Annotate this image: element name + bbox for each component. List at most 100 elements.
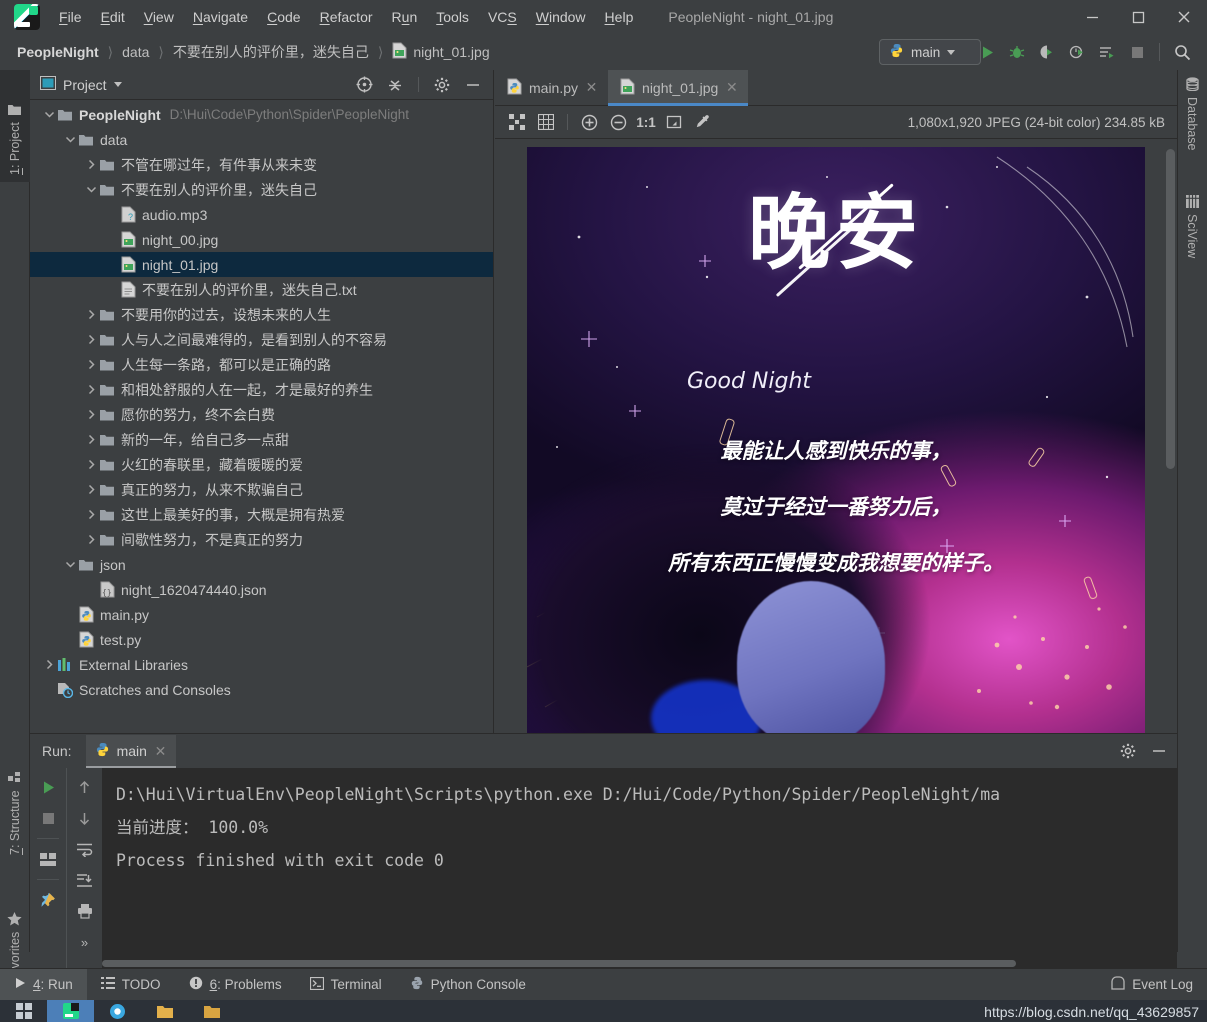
tree-row[interactable]: data xyxy=(30,127,493,152)
tree-row[interactable]: night_00.jpg xyxy=(30,227,493,252)
tree-row[interactable]: night_01.jpg xyxy=(30,252,493,277)
chevron-down-icon[interactable] xyxy=(113,82,122,87)
run-tab-main[interactable]: main ✕ xyxy=(85,734,177,768)
tree-row[interactable]: 不要在别人的评价里，迷失自己 xyxy=(30,177,493,202)
hide-panel-button[interactable] xyxy=(461,73,485,97)
layout-button[interactable] xyxy=(34,845,62,873)
chevron-right-icon[interactable] xyxy=(84,383,98,397)
minimize-button[interactable] xyxy=(1069,0,1115,34)
breadcrumb-item-folder[interactable]: 不要在别人的评价里，迷失自己 xyxy=(170,41,372,63)
collapse-all-button[interactable] xyxy=(383,73,407,97)
console-horizontal-scrollbar[interactable] xyxy=(102,958,1177,968)
console-vertical-scrollbar[interactable] xyxy=(1167,768,1177,968)
chevron-right-icon[interactable] xyxy=(84,308,98,322)
menu-vcs[interactable]: VCS xyxy=(479,5,526,29)
tree-row[interactable]: External Libraries xyxy=(30,652,493,677)
more-options-button[interactable]: » xyxy=(71,928,99,956)
menu-edit[interactable]: Edit xyxy=(92,5,134,29)
sidebar-item-structure[interactable]: 7: Structure xyxy=(0,742,30,862)
breadcrumb-item-data[interactable]: data xyxy=(119,43,152,61)
breadcrumb-item-project[interactable]: PeopleNight xyxy=(14,43,102,61)
breadcrumb-item-file[interactable]: night_01.jpg xyxy=(389,41,492,63)
chevron-right-icon[interactable] xyxy=(84,158,98,172)
profile-button[interactable] xyxy=(1064,39,1090,65)
soft-wrap-button[interactable] xyxy=(71,835,99,863)
close-button[interactable] xyxy=(1161,0,1207,34)
search-everywhere-button[interactable] xyxy=(1169,39,1195,65)
sidebar-item-project[interactable]: 1: Project xyxy=(0,70,30,182)
sidebar-item-database[interactable]: Database xyxy=(1177,70,1207,178)
run-coverage-button[interactable] xyxy=(1034,39,1060,65)
menu-code[interactable]: Code xyxy=(258,5,309,29)
menu-view[interactable]: View xyxy=(135,5,183,29)
fit-zoom-screen-button[interactable] xyxy=(660,110,687,135)
tree-row[interactable]: 人与人之间最难得的，是看到别人的不容易 xyxy=(30,327,493,352)
tree-row[interactable]: 愿你的努力，终不会白费 xyxy=(30,402,493,427)
chevron-right-icon[interactable] xyxy=(84,333,98,347)
tree-row[interactable]: 和相处舒服的人在一起，才是最好的养生 xyxy=(30,377,493,402)
taskbar-folder-icon-2[interactable] xyxy=(188,1000,235,1022)
tree-row[interactable]: test.py xyxy=(30,627,493,652)
pin-icon[interactable] xyxy=(34,886,62,914)
chevron-right-icon[interactable] xyxy=(42,658,56,672)
status-item-run[interactable]: 4: Run xyxy=(0,968,87,1001)
maximize-button[interactable] xyxy=(1115,0,1161,34)
chevron-right-icon[interactable] xyxy=(84,508,98,522)
tree-row[interactable]: 新的一年，给自己多一点甜 xyxy=(30,427,493,452)
stop-button[interactable] xyxy=(1124,39,1150,65)
project-tree[interactable]: PeopleNight D:\Hui\Code\Python\Spider\Peo… xyxy=(30,100,493,733)
chevron-down-icon[interactable] xyxy=(84,183,98,197)
chevron-right-icon[interactable] xyxy=(84,433,98,447)
tree-row[interactable]: json xyxy=(30,552,493,577)
run-button[interactable] xyxy=(974,39,1000,65)
image-preview-viewport[interactable]: 晚安 Good Night 最能让人感到快乐的事， 莫过于经过一番努力后， 所有… xyxy=(495,139,1177,733)
image-vertical-scrollbar[interactable] xyxy=(1166,149,1175,469)
chevron-right-icon[interactable] xyxy=(84,408,98,422)
status-item-todo[interactable]: TODO xyxy=(87,969,175,1001)
tree-row[interactable]: Scratches and Consoles xyxy=(30,677,493,702)
menu-file[interactable]: File xyxy=(50,5,91,29)
debug-button[interactable] xyxy=(1004,39,1030,65)
run-configuration-selector[interactable]: main xyxy=(879,39,981,65)
menu-window[interactable]: Window xyxy=(527,5,595,29)
tree-row[interactable]: {} night_1620474440.json xyxy=(30,577,493,602)
close-icon[interactable]: ✕ xyxy=(725,79,738,96)
tree-row[interactable]: ? audio.mp3 xyxy=(30,202,493,227)
tree-row[interactable]: main.py xyxy=(30,602,493,627)
run-console-output[interactable]: D:\Hui\VirtualEnv\PeopleNight\Scripts\py… xyxy=(102,768,1177,968)
taskbar-pycharm-icon[interactable] xyxy=(47,1000,94,1022)
status-item-terminal[interactable]: Terminal xyxy=(296,969,396,1001)
menu-navigate[interactable]: Navigate xyxy=(184,5,257,29)
menu-tools[interactable]: Tools xyxy=(427,5,478,29)
zoom-out-button[interactable] xyxy=(605,110,632,135)
select-opened-file-button[interactable] xyxy=(352,73,376,97)
tree-row[interactable]: 不要用你的过去，设想未来的人生 xyxy=(30,302,493,327)
more-run-options-button[interactable] xyxy=(1094,39,1120,65)
chevron-right-icon[interactable] xyxy=(84,533,98,547)
gear-icon[interactable] xyxy=(1115,738,1141,764)
chevron-down-icon[interactable] xyxy=(63,558,77,572)
status-item-event-log[interactable]: Event Log xyxy=(1097,969,1207,1001)
tree-row[interactable]: 不管在哪过年，有件事从来未变 xyxy=(30,152,493,177)
actual-size-button[interactable]: 1:1 xyxy=(634,110,658,135)
up-stack-button[interactable] xyxy=(71,773,99,801)
tree-row[interactable]: 间歇性努力，不是真正的努力 xyxy=(30,527,493,552)
print-button[interactable] xyxy=(71,897,99,925)
gear-icon[interactable] xyxy=(430,73,454,97)
close-icon[interactable]: ✕ xyxy=(585,79,598,96)
menu-refactor[interactable]: Refactor xyxy=(311,5,382,29)
stop-button[interactable] xyxy=(34,804,62,832)
status-item-python-console[interactable]: Python Console xyxy=(396,969,540,1001)
tree-row[interactable]: PeopleNight D:\Hui\Code\Python\Spider\Peo… xyxy=(30,102,493,127)
status-item-problems[interactable]: 6: Problems xyxy=(175,969,296,1001)
taskbar-folder-icon[interactable] xyxy=(141,1000,188,1022)
chevron-down-icon[interactable] xyxy=(42,108,56,122)
tab-night-01-jpg[interactable]: night_01.jpg ✕ xyxy=(608,70,749,106)
fit-content-button[interactable] xyxy=(503,110,530,135)
menu-help[interactable]: Help xyxy=(596,5,643,29)
scrollbar-thumb[interactable] xyxy=(102,960,1016,967)
chevron-down-icon[interactable] xyxy=(63,133,77,147)
tab-main-py[interactable]: main.py ✕ xyxy=(495,70,609,105)
transparency-grid-button[interactable] xyxy=(532,110,559,135)
chevron-right-icon[interactable] xyxy=(84,458,98,472)
